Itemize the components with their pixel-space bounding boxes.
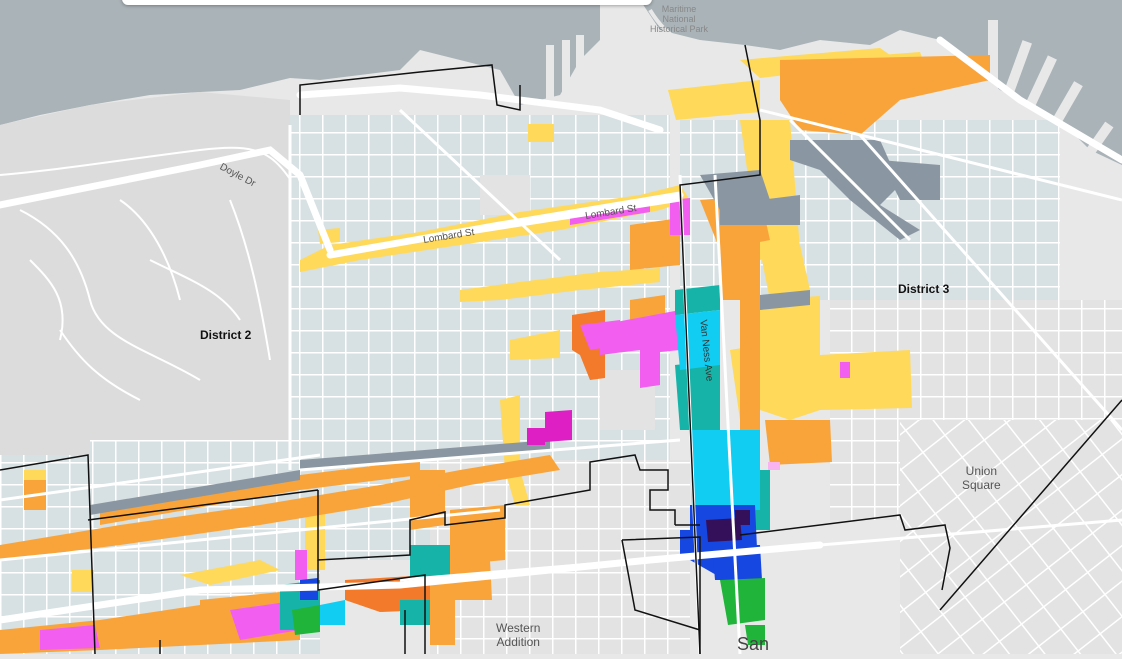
area-label-line: Western: [496, 621, 541, 635]
district-label-3: District 3: [898, 282, 950, 296]
area-label-union-square: Union Square: [962, 464, 1001, 492]
area-label-line: Addition: [496, 635, 540, 649]
area-label-line: Union: [965, 464, 998, 478]
map-canvas[interactable]: [0, 0, 1122, 655]
area-label-maritime-park: Maritime National Historical Park: [650, 4, 708, 34]
park-label-line: National: [662, 14, 696, 24]
park-label-line: Historical Park: [650, 24, 709, 34]
area-label-city: San: [737, 634, 770, 654]
search-box[interactable]: [122, 0, 652, 5]
area-label-western-addition: Western Addition: [496, 621, 540, 649]
area-label-line: Square: [962, 478, 1001, 492]
district-label-2: District 2: [200, 328, 252, 342]
park-label-line: Maritime: [661, 4, 697, 14]
zoning-map[interactable]: District 2 District 3 Lombard St Lombard…: [0, 0, 1122, 655]
